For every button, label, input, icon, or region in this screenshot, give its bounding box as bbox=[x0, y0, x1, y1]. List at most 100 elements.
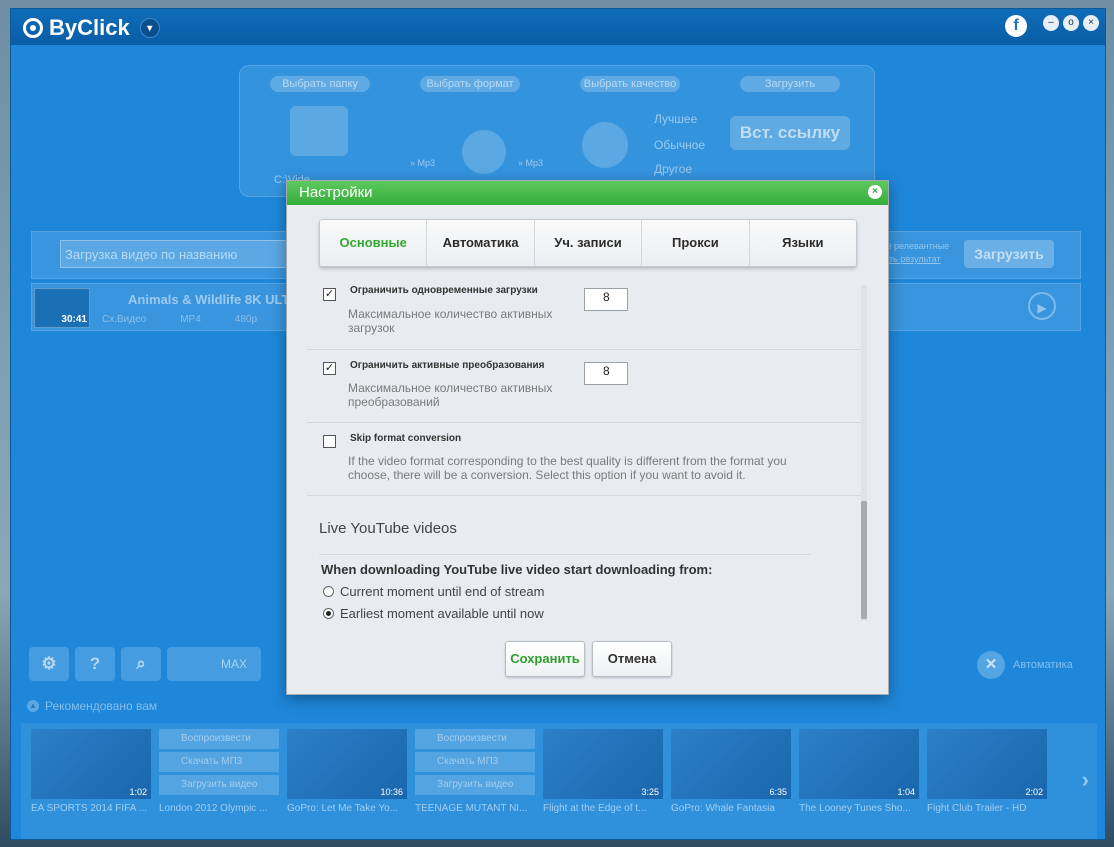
setting-skip-conversion: Skip format conversion If the video form… bbox=[307, 423, 862, 496]
settings-scroll-area: ✓ Ограничить одновременные загрузки Макс… bbox=[307, 285, 862, 621]
scrollbar-thumb[interactable] bbox=[861, 501, 867, 619]
video-source: Сх.Видео bbox=[102, 314, 147, 325]
max-conversions-input[interactable]: 8 bbox=[584, 362, 628, 385]
quality-normal[interactable]: Обычное bbox=[654, 138, 705, 152]
download-video-action[interactable]: Загрузить видео bbox=[159, 775, 279, 795]
radio-current-moment[interactable]: Current moment until end of stream bbox=[323, 584, 544, 599]
help-button[interactable]: ? bbox=[75, 647, 115, 681]
close-button[interactable]: × bbox=[1083, 15, 1099, 31]
rec-duration: 2:02 bbox=[1025, 787, 1043, 797]
rec-duration: 1:04 bbox=[897, 787, 915, 797]
choose-quality-label[interactable]: Выбрать качество bbox=[580, 76, 680, 92]
download-mp3-action[interactable]: Скачать МП3 bbox=[415, 752, 535, 772]
video-duration: 30:41 bbox=[61, 314, 87, 325]
rec-duration: 1:02 bbox=[129, 787, 147, 797]
max-downloads-input[interactable]: 8 bbox=[584, 288, 628, 311]
search-button[interactable]: ⌕ bbox=[121, 647, 161, 681]
download-video-action[interactable]: Загрузить видео bbox=[415, 775, 535, 795]
dialog-title-bar: Настройки × bbox=[287, 181, 888, 205]
automatic-label: Автоматика bbox=[1013, 659, 1073, 671]
setting-description: If the video format corresponding to the… bbox=[348, 454, 787, 482]
quality-other[interactable]: Другое bbox=[654, 162, 692, 176]
minimize-button[interactable]: – bbox=[1043, 15, 1059, 31]
cancel-button[interactable]: Отмена bbox=[592, 641, 672, 677]
live-section-heading: Live YouTube videos bbox=[319, 520, 457, 537]
relevant-results: ые релевантные зать результат bbox=[880, 240, 949, 266]
rec-thumbnail[interactable]: 10:36 bbox=[287, 729, 407, 799]
search-input[interactable]: Загрузка видео по названию bbox=[60, 240, 300, 268]
rec-duration: 6:35 bbox=[769, 787, 787, 797]
format-mp3-audio[interactable]: » Mp3 bbox=[518, 158, 543, 168]
skip-conversion-checkbox[interactable] bbox=[323, 435, 336, 448]
facebook-icon[interactable]: f bbox=[1005, 15, 1027, 37]
divider bbox=[319, 554, 811, 555]
rec-thumbnail[interactable]: 3:25 bbox=[543, 729, 663, 799]
title-bar: ByClick ▾ f – o × bbox=[11, 9, 1105, 45]
radio-button[interactable] bbox=[323, 586, 334, 597]
scrollbar[interactable] bbox=[861, 285, 867, 621]
rec-title[interactable]: GoPro: Let Me Take Yo... bbox=[287, 803, 411, 814]
limit-downloads-checkbox[interactable]: ✓ bbox=[323, 288, 336, 301]
live-youtube-section: Live YouTube videos When downloading You… bbox=[307, 496, 862, 621]
rec-duration: 10:36 bbox=[380, 787, 403, 797]
format-mp3-video[interactable]: » Mp3 bbox=[410, 158, 435, 168]
choose-format-label[interactable]: Выбрать формат bbox=[420, 76, 520, 92]
rec-duration: 3:25 bbox=[641, 787, 659, 797]
tab-automation[interactable]: Автоматика bbox=[427, 220, 535, 266]
rec-title[interactable]: London 2012 Olympic ... bbox=[159, 803, 283, 814]
automatic-toggle[interactable]: ✕ Автоматика bbox=[977, 651, 1073, 679]
tab-languages[interactable]: Языки bbox=[750, 220, 856, 266]
radio-label: Current moment until end of stream bbox=[340, 584, 545, 599]
rec-title[interactable]: EA SPORTS 2014 FIFA ... bbox=[31, 803, 155, 814]
rec-thumbnail[interactable]: 1:02 bbox=[31, 729, 151, 799]
settings-button[interactable]: ⚙ bbox=[29, 647, 69, 681]
radio-earliest-moment[interactable]: Earliest moment available until now bbox=[323, 606, 544, 621]
tab-proxy[interactable]: Прокси bbox=[642, 220, 750, 266]
play-action[interactable]: Воспроизвести bbox=[159, 729, 279, 749]
maximize-button[interactable]: o bbox=[1063, 15, 1079, 31]
search-download-button[interactable]: Загрузить bbox=[964, 240, 1054, 268]
speed-indicator[interactable]: MAX bbox=[167, 647, 261, 681]
setting-title: Ограничить одновременные загрузки bbox=[350, 285, 538, 296]
rec-title[interactable]: TEENAGE MUTANT NI... bbox=[415, 803, 539, 814]
rec-title[interactable]: Flight at the Edge of t... bbox=[543, 803, 667, 814]
app-logo: ByClick ▾ bbox=[23, 15, 160, 41]
rec-title[interactable]: GoPro: Whale Fantasia bbox=[671, 803, 795, 814]
rec-title[interactable]: The Looney Tunes Sho... bbox=[799, 803, 923, 814]
tab-general[interactable]: Основные bbox=[320, 220, 428, 266]
setting-description: Максимальное количество активных загрузо… bbox=[348, 307, 553, 335]
setting-title: Ограничить активные преобразования bbox=[350, 360, 545, 371]
rec-actions: Воспроизвести Скачать МП3 Загрузить виде… bbox=[415, 729, 535, 798]
relevant-line-2[interactable]: зать результат bbox=[880, 253, 949, 266]
paste-link-button[interactable]: Вст. ссылку bbox=[730, 116, 850, 150]
tab-accounts[interactable]: Уч. записи bbox=[535, 220, 643, 266]
save-button[interactable]: Сохранить bbox=[505, 641, 585, 677]
video-title: Animals & Wildlife 8K ULTRA bbox=[128, 292, 309, 307]
setting-title: Skip format conversion bbox=[350, 433, 462, 444]
play-icon[interactable]: ▶ bbox=[1028, 292, 1056, 320]
rec-thumbnail[interactable]: 6:35 bbox=[671, 729, 791, 799]
folder-icon[interactable] bbox=[290, 106, 348, 156]
settings-tabs: Основные Автоматика Уч. записи Прокси Яз… bbox=[319, 219, 857, 267]
limit-conversions-checkbox[interactable]: ✓ bbox=[323, 362, 336, 375]
relevant-line-1: ые релевантные bbox=[880, 241, 950, 251]
recommended-header[interactable]: ▲ Рекомендовано вам bbox=[27, 699, 157, 713]
video-format: MP4 bbox=[180, 314, 201, 325]
chevron-right-icon[interactable]: › bbox=[1082, 767, 1089, 793]
choose-folder-label[interactable]: Выбрать папку bbox=[270, 76, 370, 92]
live-question: When downloading YouTube live video star… bbox=[321, 562, 713, 577]
download-mp3-action[interactable]: Скачать МП3 bbox=[159, 752, 279, 772]
rec-thumbnail[interactable]: 1:04 bbox=[799, 729, 919, 799]
chevron-down-icon[interactable]: ▾ bbox=[139, 18, 160, 38]
download-label[interactable]: Загрузить bbox=[740, 76, 840, 92]
download-wheel: Выбрать папку Выбрать формат Выбрать кач… bbox=[239, 65, 875, 197]
close-icon[interactable]: × bbox=[868, 185, 882, 199]
play-action[interactable]: Воспроизвести bbox=[415, 729, 535, 749]
video-meta: Сх.Видео MP4 480p bbox=[102, 314, 257, 325]
radio-button[interactable] bbox=[323, 608, 334, 619]
rec-title[interactable]: Fight Club Trailer - HD bbox=[927, 803, 1051, 814]
quality-best[interactable]: Лучшее bbox=[654, 112, 697, 126]
setting-limit-conversions: ✓ Ограничить активные преобразования Мак… bbox=[307, 350, 862, 423]
rec-thumbnail[interactable]: 2:02 bbox=[927, 729, 1047, 799]
video-thumbnail[interactable]: 30:41 bbox=[34, 288, 90, 328]
